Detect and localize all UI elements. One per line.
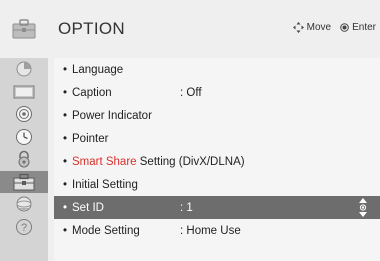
menu-item-label: Language bbox=[72, 63, 124, 76]
enter-dot-icon bbox=[340, 23, 349, 32]
smart-share-rest-text: Setting (DivX/DLNA) bbox=[136, 155, 245, 168]
tv-option-menu: OPTION Move Enter ? • Language • Caption… bbox=[0, 0, 380, 261]
menu-header: OPTION Move Enter bbox=[0, 0, 380, 58]
sidebar-item-picture[interactable] bbox=[0, 58, 48, 81]
bullet-icon: • bbox=[62, 109, 68, 122]
menu-item-label: Pointer bbox=[72, 132, 109, 145]
menu-item-language[interactable]: • Language bbox=[54, 58, 380, 81]
network-icon bbox=[16, 196, 32, 212]
menu-item-value: : Off bbox=[180, 86, 202, 99]
sidebar-item-audio[interactable] bbox=[0, 103, 48, 126]
sidebar-item-option[interactable] bbox=[0, 170, 48, 193]
menu-item-label: Initial Setting bbox=[72, 178, 138, 191]
menu-item-pointer[interactable]: • Pointer bbox=[54, 127, 380, 150]
bullet-icon: • bbox=[62, 86, 68, 99]
menu-item-smart-share-setting[interactable]: • Smart Share Setting (DivX/DLNA) bbox=[54, 150, 380, 173]
svg-text:?: ? bbox=[21, 222, 27, 234]
move-hint: Move bbox=[292, 22, 332, 33]
option-menu-list: • Language • Caption : Off • Power Indic… bbox=[54, 58, 380, 261]
sidebar-item-help[interactable]: ? bbox=[0, 216, 48, 239]
enter-hint: Enter bbox=[340, 22, 376, 33]
menu-item-power-indicator[interactable]: • Power Indicator bbox=[54, 104, 380, 127]
speaker-icon bbox=[16, 106, 32, 123]
bullet-icon: • bbox=[62, 178, 68, 191]
sidebar-item-lock[interactable] bbox=[0, 148, 48, 171]
page-title: OPTION bbox=[58, 19, 125, 38]
menu-item-caption[interactable]: • Caption : Off bbox=[54, 81, 380, 104]
menu-item-set-id[interactable]: • Set ID : 1 bbox=[54, 196, 380, 219]
category-sidebar: ? bbox=[0, 58, 48, 261]
sidebar-item-screen[interactable] bbox=[0, 81, 48, 104]
bullet-icon: • bbox=[62, 63, 68, 76]
bullet-icon: • bbox=[62, 201, 68, 214]
screen-icon bbox=[13, 85, 35, 99]
menu-item-label: Caption bbox=[72, 86, 112, 99]
menu-item-initial-setting[interactable]: • Initial Setting bbox=[54, 173, 380, 196]
bullet-icon: • bbox=[62, 224, 68, 237]
menu-item-label: Smart Share Setting (DivX/DLNA) bbox=[72, 156, 245, 168]
move-hint-label: Move bbox=[306, 22, 332, 33]
option-icon bbox=[13, 173, 35, 191]
option-toolbox-icon bbox=[0, 0, 48, 58]
enter-hint-label: Enter bbox=[352, 22, 376, 33]
bullet-icon: • bbox=[62, 132, 68, 145]
bullet-icon: • bbox=[62, 155, 68, 168]
menu-item-value: : 1 bbox=[180, 201, 193, 214]
sidebar-item-network[interactable] bbox=[0, 193, 48, 216]
menu-item-label: Power Indicator bbox=[72, 109, 152, 122]
move-arrows-icon bbox=[292, 22, 304, 33]
help-icon: ? bbox=[16, 218, 32, 235]
smart-share-brand-text: Smart Share bbox=[72, 155, 137, 168]
menu-item-label: Set ID bbox=[72, 201, 104, 214]
key-hints: Move Enter bbox=[292, 22, 376, 33]
sidebar-item-time[interactable] bbox=[0, 126, 48, 149]
menu-item-value: : Home Use bbox=[180, 224, 241, 237]
menu-item-mode-setting[interactable]: • Mode Setting : Home Use bbox=[54, 219, 380, 242]
clock-icon bbox=[16, 128, 32, 145]
value-spinner-icon[interactable] bbox=[358, 197, 368, 218]
picture-icon bbox=[16, 61, 32, 77]
menu-item-label: Mode Setting bbox=[72, 224, 140, 237]
lock-icon bbox=[18, 150, 30, 168]
